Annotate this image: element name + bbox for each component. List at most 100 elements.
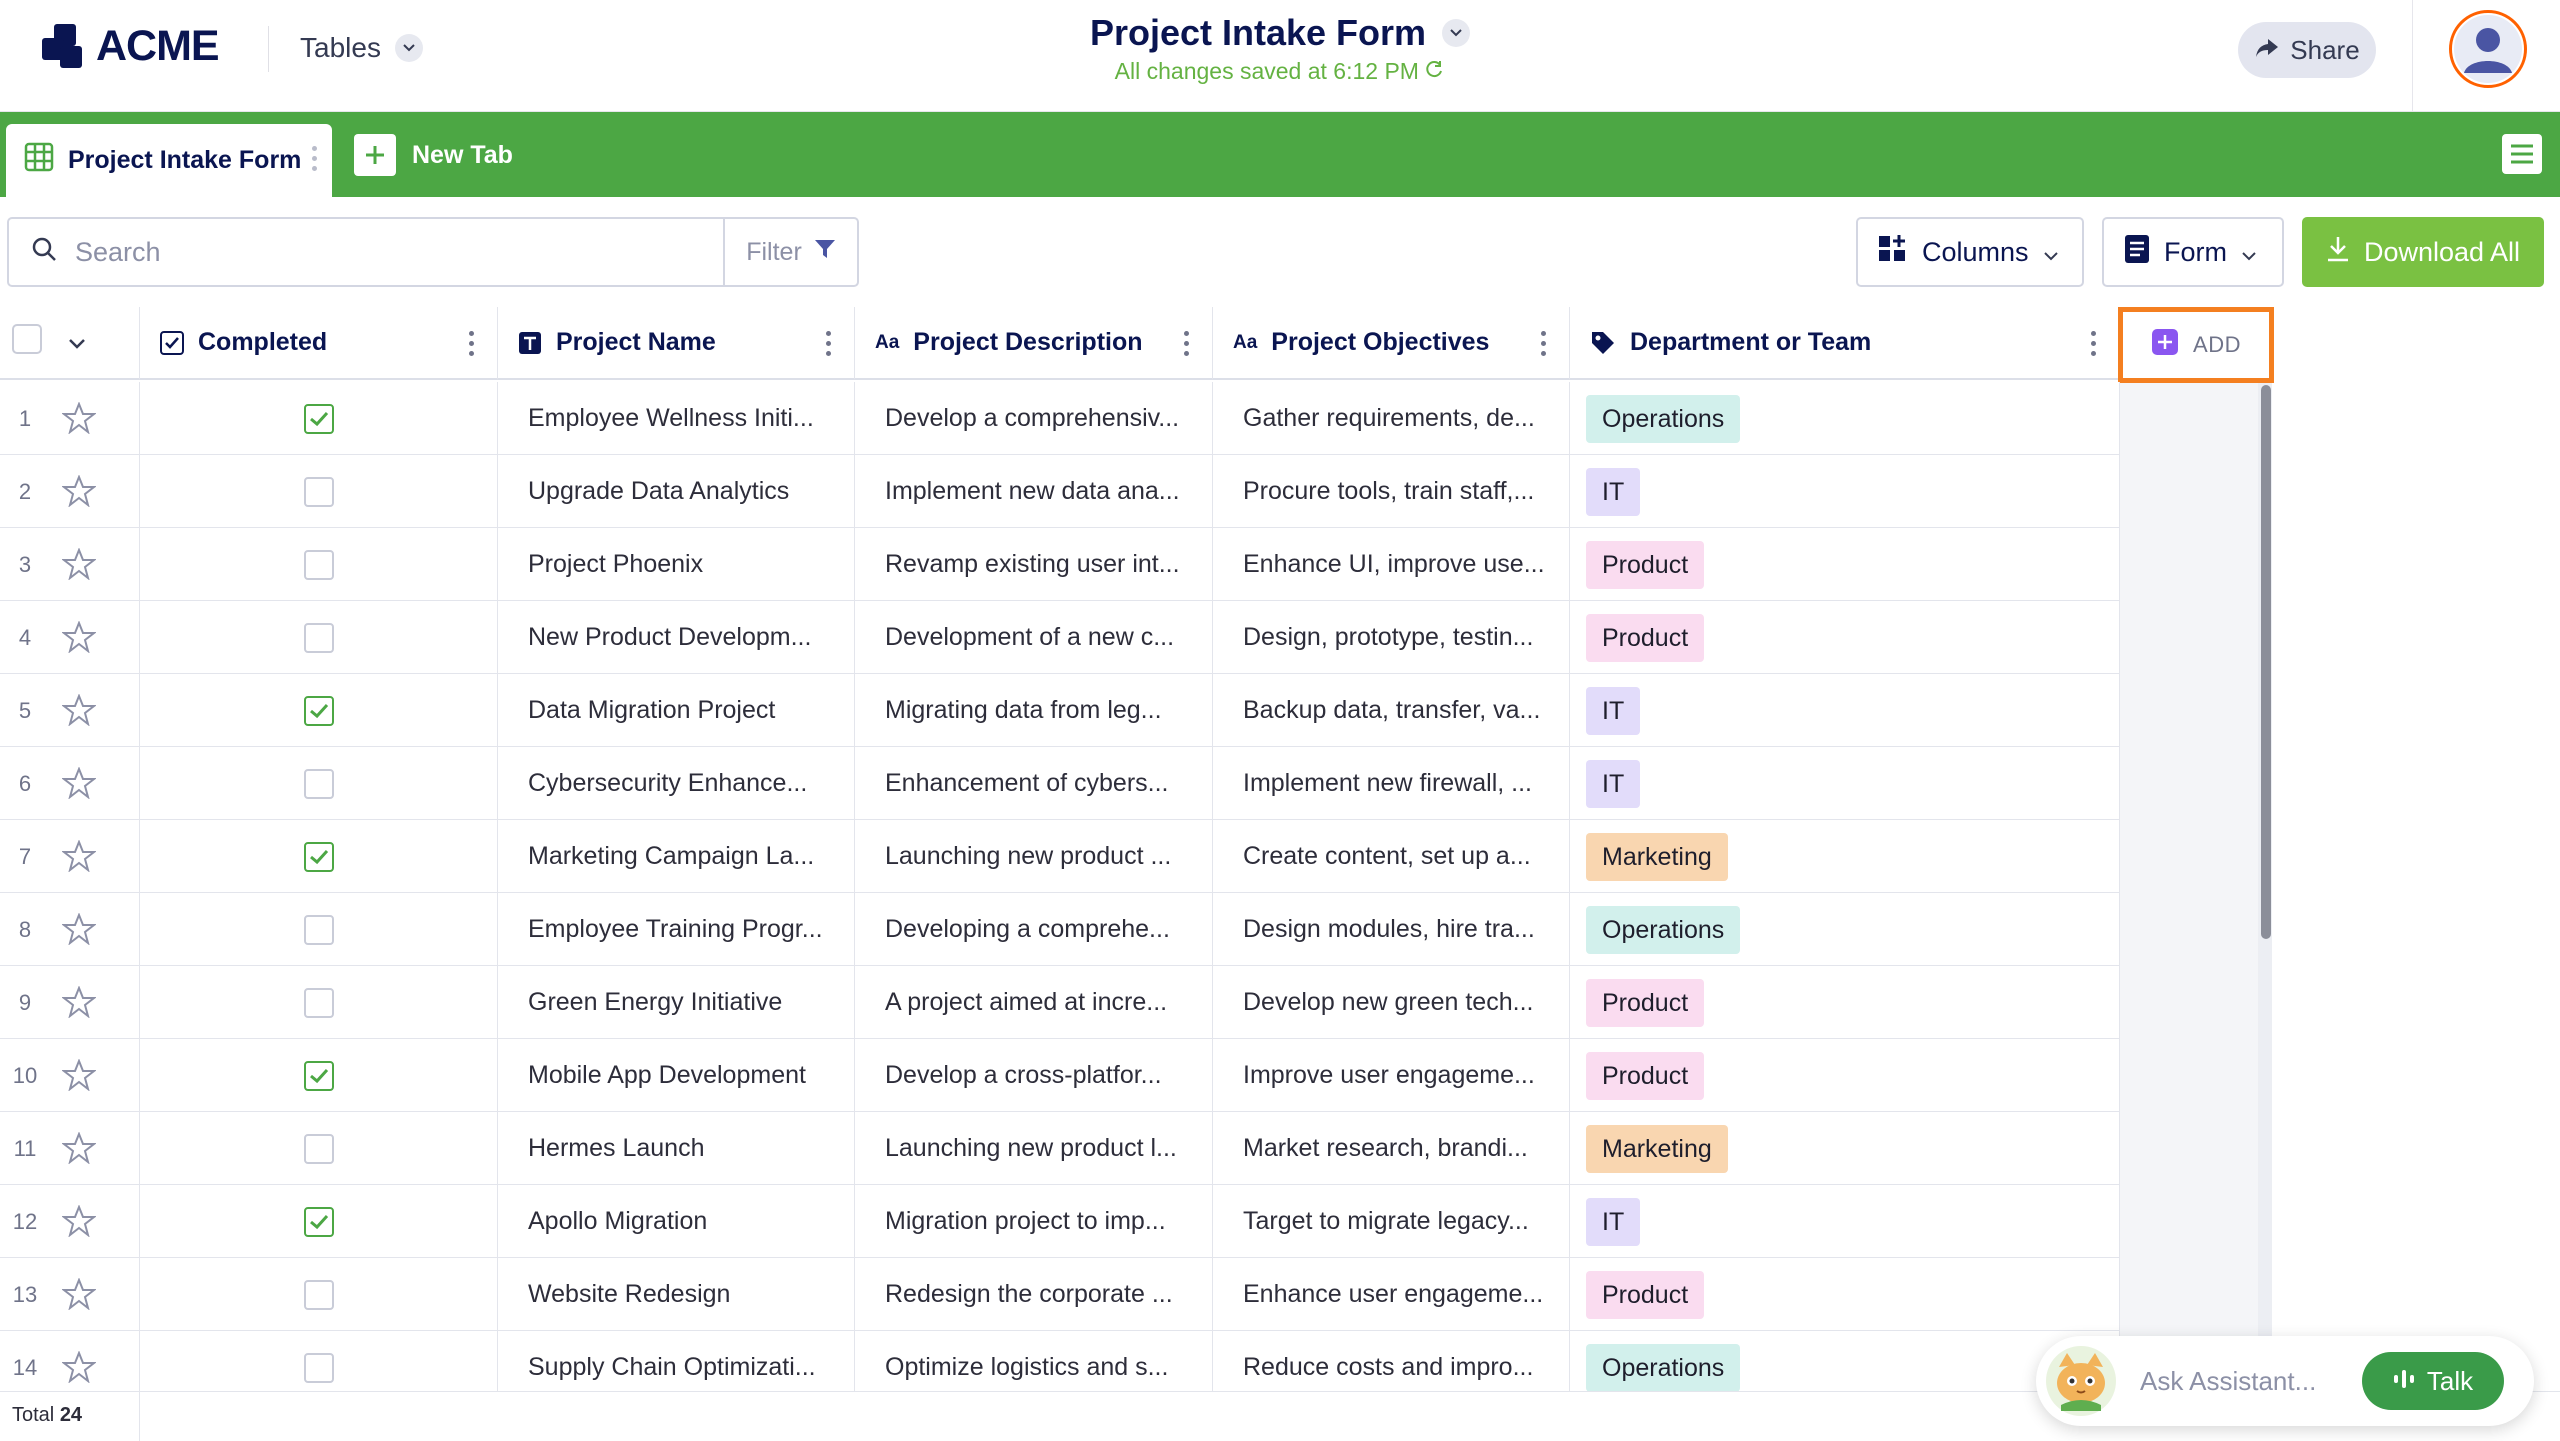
column-header-project-name[interactable]: Project Name — [498, 307, 855, 380]
cell-department[interactable]: Marketing — [1570, 820, 2120, 893]
cell-department[interactable]: Operations — [1570, 382, 2120, 455]
cell-name[interactable]: Marketing Campaign La... — [498, 820, 855, 893]
star-icon[interactable] — [61, 912, 97, 952]
select-options-chevron-icon[interactable] — [68, 328, 86, 357]
cell-name[interactable]: Upgrade Data Analytics — [498, 455, 855, 528]
completed-checkbox[interactable] — [303, 403, 334, 434]
add-column-button[interactable]: ADD — [2118, 307, 2274, 383]
completed-checkbox[interactable] — [303, 841, 334, 872]
table-row[interactable]: 9 Green Energy Initiative A project aimed … — [0, 966, 2120, 1039]
completed-checkbox[interactable] — [303, 1279, 334, 1310]
cell-objectives[interactable]: Backup data, transfer, va... — [1213, 674, 1570, 747]
cell-name[interactable]: Project Phoenix — [498, 528, 855, 601]
cell-objectives[interactable]: Procure tools, train staff,... — [1213, 455, 1570, 528]
cell-department[interactable]: Product — [1570, 966, 2120, 1039]
cell-objectives[interactable]: Improve user engageme... — [1213, 1039, 1570, 1112]
page-title[interactable]: Project Intake Form — [1090, 12, 1426, 54]
talk-button[interactable]: Talk — [2362, 1352, 2504, 1410]
cell-objectives[interactable]: Gather requirements, de... — [1213, 382, 1570, 455]
cell-department[interactable]: Product — [1570, 528, 2120, 601]
cell-objectives[interactable]: Create content, set up a... — [1213, 820, 1570, 893]
share-button[interactable]: Share — [2238, 22, 2376, 78]
star-icon[interactable] — [61, 1058, 97, 1098]
column-header-project-description[interactable]: Aa Project Description — [855, 307, 1213, 380]
cell-department[interactable]: Product — [1570, 1258, 2120, 1331]
cell-description[interactable]: Enhancement of cybers... — [855, 747, 1213, 820]
cell-objectives[interactable]: Implement new firewall, ... — [1213, 747, 1570, 820]
table-row[interactable]: 5 Data Migration Project Migrating data fr… — [0, 674, 2120, 747]
cell-department[interactable]: IT — [1570, 674, 2120, 747]
cell-description[interactable]: Development of a new c... — [855, 601, 1213, 674]
cell-description[interactable]: Launching new product l... — [855, 1112, 1213, 1185]
assistant-input[interactable]: Ask Assistant... — [2140, 1366, 2362, 1397]
form-button[interactable]: Form — [2102, 217, 2284, 287]
table-row[interactable]: 2 Upgrade Data Analytics Implement new dat… — [0, 455, 2120, 528]
cell-name[interactable]: Mobile App Development — [498, 1039, 855, 1112]
star-icon[interactable] — [61, 474, 97, 514]
cell-objectives[interactable]: Design modules, hire tra... — [1213, 893, 1570, 966]
star-icon[interactable] — [61, 547, 97, 587]
completed-checkbox[interactable] — [303, 768, 334, 799]
table-row[interactable]: 6 Cybersecurity Enhance... Enhancement of … — [0, 747, 2120, 820]
completed-checkbox[interactable] — [303, 987, 334, 1018]
filter-button[interactable]: Filter — [725, 238, 857, 267]
completed-checkbox[interactable] — [303, 1133, 334, 1164]
cell-name[interactable]: Cybersecurity Enhance... — [498, 747, 855, 820]
cell-name[interactable]: Employee Training Progr... — [498, 893, 855, 966]
star-icon[interactable] — [61, 1131, 97, 1171]
cell-objectives[interactable]: Enhance user engageme... — [1213, 1258, 1570, 1331]
cell-name[interactable]: Apollo Migration — [498, 1185, 855, 1258]
completed-checkbox[interactable] — [303, 1352, 334, 1383]
table-row[interactable]: 13 Website Redesign Redesign the corporate… — [0, 1258, 2120, 1331]
user-avatar[interactable] — [2449, 10, 2527, 88]
cell-department[interactable]: Product — [1570, 601, 2120, 674]
table-row[interactable]: 1 Employee Wellness Initi... Develop a com… — [0, 382, 2120, 455]
table-row[interactable]: 12 Apollo Migration Migration project to i… — [0, 1185, 2120, 1258]
cell-objectives[interactable]: Design, prototype, testin... — [1213, 601, 1570, 674]
scrollbar-thumb[interactable] — [2261, 385, 2271, 939]
completed-checkbox[interactable] — [303, 1206, 334, 1237]
cell-department[interactable]: Product — [1570, 1039, 2120, 1112]
completed-checkbox[interactable] — [303, 622, 334, 653]
assistant-bar[interactable]: Ask Assistant... Talk — [2036, 1336, 2534, 1426]
cell-department[interactable]: Operations — [1570, 893, 2120, 966]
star-icon[interactable] — [61, 839, 97, 879]
star-icon[interactable] — [61, 693, 97, 733]
cell-description[interactable]: Redesign the corporate ... — [855, 1258, 1213, 1331]
column-header-department[interactable]: Department or Team — [1570, 307, 2120, 380]
star-icon[interactable] — [61, 401, 97, 441]
star-icon[interactable] — [61, 1204, 97, 1244]
star-icon[interactable] — [61, 766, 97, 806]
cell-department[interactable]: Marketing — [1570, 1112, 2120, 1185]
column-header-completed[interactable]: Completed — [140, 307, 498, 380]
star-icon[interactable] — [61, 620, 97, 660]
cell-description[interactable]: Develop a comprehensiv... — [855, 382, 1213, 455]
completed-checkbox[interactable] — [303, 1060, 334, 1091]
cell-name[interactable]: New Product Developm... — [498, 601, 855, 674]
tab-project-intake-form[interactable]: Project Intake Form — [6, 124, 332, 197]
cell-description[interactable]: Develop a cross-platfor... — [855, 1039, 1213, 1112]
cell-description[interactable]: Revamp existing user int... — [855, 528, 1213, 601]
cell-name[interactable]: Green Energy Initiative — [498, 966, 855, 1039]
column-options-icon[interactable] — [2091, 331, 2097, 361]
star-icon[interactable] — [61, 1277, 97, 1317]
cell-name[interactable]: Website Redesign — [498, 1258, 855, 1331]
title-chevron-down-icon[interactable] — [1442, 19, 1471, 47]
completed-checkbox[interactable] — [303, 476, 334, 507]
cell-description[interactable]: Migration project to imp... — [855, 1185, 1213, 1258]
star-icon[interactable] — [61, 985, 97, 1025]
table-row[interactable]: 3 Project Phoenix Revamp existing user int… — [0, 528, 2120, 601]
cell-objectives[interactable]: Target to migrate legacy... — [1213, 1185, 1570, 1258]
completed-checkbox[interactable] — [303, 695, 334, 726]
hamburger-menu-icon[interactable] — [2502, 134, 2542, 174]
search-input[interactable]: Search — [9, 219, 725, 285]
new-tab-button[interactable]: New Tab — [354, 134, 513, 176]
cell-name[interactable]: Hermes Launch — [498, 1112, 855, 1185]
column-options-icon[interactable] — [1541, 331, 1547, 361]
cell-objectives[interactable]: Enhance UI, improve use... — [1213, 528, 1570, 601]
cell-department[interactable]: IT — [1570, 747, 2120, 820]
download-all-button[interactable]: Download All — [2302, 217, 2544, 287]
table-row[interactable]: 10 Mobile App Development Develop a cross-… — [0, 1039, 2120, 1112]
star-icon[interactable] — [61, 1350, 97, 1390]
cell-description[interactable]: Migrating data from leg... — [855, 674, 1213, 747]
